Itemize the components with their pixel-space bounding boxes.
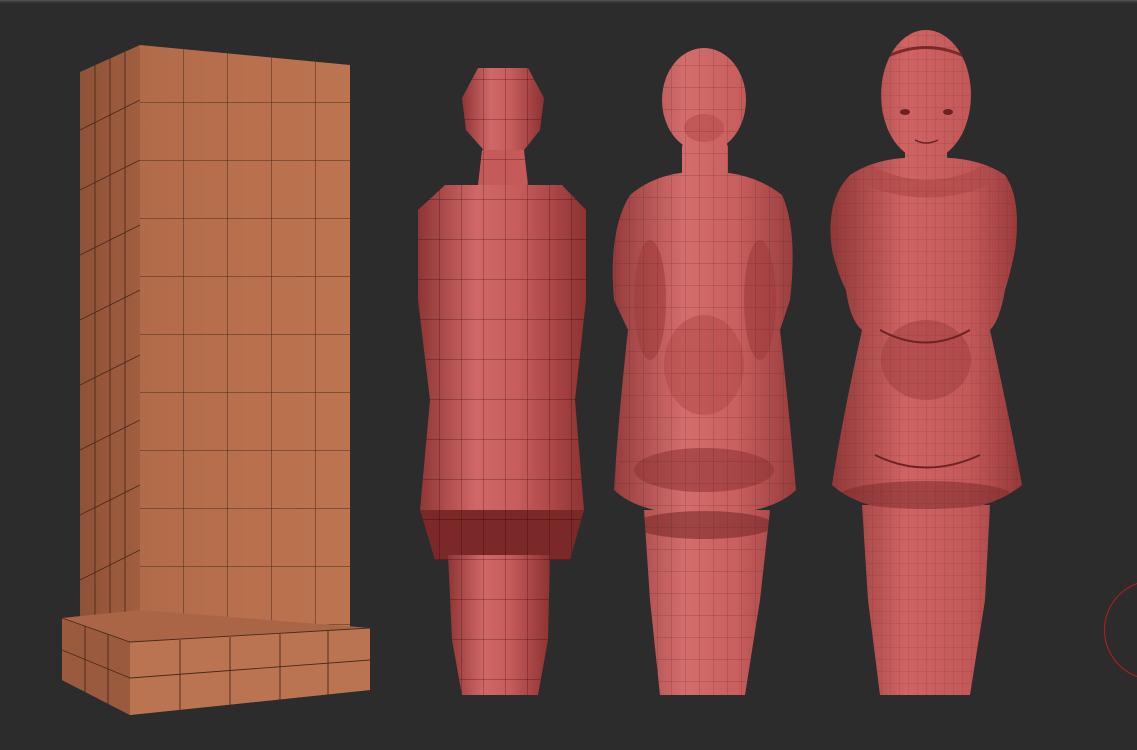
high-poly-figure-model[interactable]: [820, 25, 1035, 705]
base-block-model[interactable]: [61, 45, 371, 715]
block-base-front: [130, 628, 370, 715]
scene-canvas[interactable]: [0, 0, 1137, 750]
mid-poly-figure-model[interactable]: [600, 40, 810, 710]
low-poly-figure-model[interactable]: [418, 68, 588, 698]
3d-viewport[interactable]: [0, 0, 1137, 750]
block-front-grid: [140, 45, 350, 640]
